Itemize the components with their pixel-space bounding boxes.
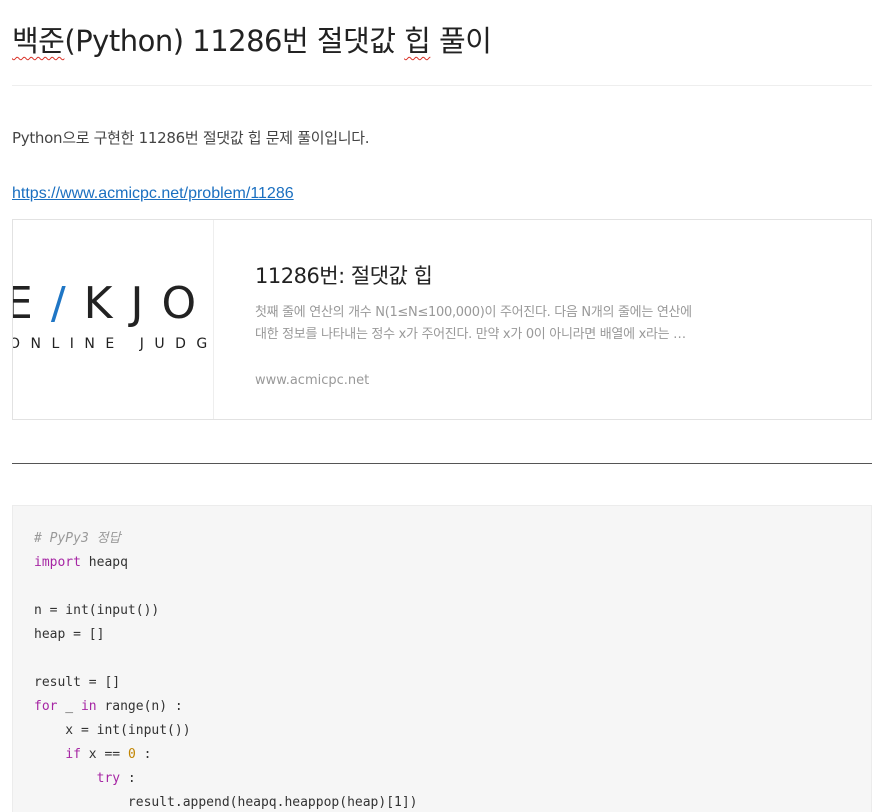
horizontal-rule (12, 463, 872, 464)
page-title: 백준(Python) 11286번 절댓값 힙 풀이 (12, 18, 492, 60)
code-line: import heapq (34, 555, 128, 570)
title-text: 풀이 (430, 24, 492, 58)
intro-paragraph: Python으로 구현한 11286번 절댓값 힙 문제 풀이입니다. (12, 129, 370, 147)
card-thumbnail: E/KJOO ONLINE JUDGE (13, 220, 214, 419)
problem-link[interactable]: https://www.acmicpc.net/problem/11286 (12, 185, 294, 203)
code-line: try : (96, 771, 136, 786)
logo-subtitle: ONLINE JUDGE (13, 336, 213, 352)
code-line: heap = [] (34, 627, 105, 642)
card-url: www.acmicpc.net (255, 373, 370, 388)
code-line: result = [] (34, 675, 121, 690)
link-preview-card[interactable]: E/KJOO ONLINE JUDGE 11286번: 절댓값 힙 첫째 줄에 … (12, 219, 872, 420)
code-line: result.append(heapq.heappop(heap)[1]) (34, 795, 418, 810)
title-text: (Python) 11286번 절댓값 (64, 24, 405, 58)
card-title[interactable]: 11286번: 절댓값 힙 (255, 260, 433, 290)
card-description: 첫째 줄에 연산의 개수 N(1≤N≤100,000)이 주어진다. 다음 N개… (255, 305, 692, 342)
code-block: # PyPy3 정답 import heapq n = int(input())… (12, 505, 872, 812)
title-divider (12, 85, 872, 86)
spellcheck-word: 백준 (12, 24, 65, 58)
spellcheck-word: 힙 (404, 24, 431, 58)
code-line: # PyPy3 정답 (34, 531, 121, 546)
code-line: if x == 0 : (65, 747, 152, 762)
baekjoon-logo: E/KJOO (13, 278, 214, 329)
code-line: x = int(input()) (34, 723, 191, 738)
code-line: for _ in range(n) : (34, 699, 183, 714)
code-line: n = int(input()) (34, 603, 160, 618)
